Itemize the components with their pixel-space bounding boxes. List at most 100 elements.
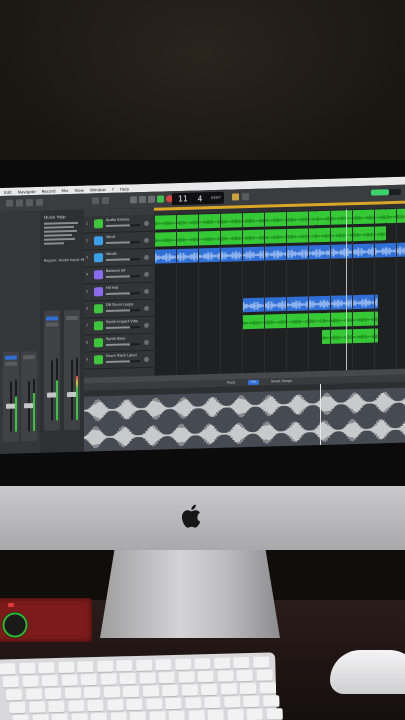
- menu-item-record[interactable]: Record: [42, 188, 56, 193]
- midi-region[interactable]: [154, 211, 316, 230]
- keyboard-key: [149, 711, 166, 720]
- track-pan-knob[interactable]: [144, 305, 149, 311]
- tab-track[interactable]: Track: [224, 380, 238, 385]
- imac-stand: [100, 550, 280, 638]
- track-pan-knob[interactable]: [144, 237, 149, 243]
- plugin-slot[interactable]: [23, 355, 35, 360]
- track-name[interactable]: Drum Track Label: [106, 353, 137, 358]
- track-number: 8: [86, 340, 89, 345]
- keyboard-key: [197, 670, 214, 683]
- menu-item-view[interactable]: View: [74, 187, 84, 192]
- menu-item-help[interactable]: Help: [120, 186, 129, 191]
- track-header[interactable]: 9 Drum Track Label: [84, 350, 154, 370]
- keyboard-key: [77, 661, 94, 673]
- keyboard-key: [243, 695, 260, 708]
- track-volume-slider[interactable]: [106, 275, 140, 279]
- keyboard-key: [227, 709, 244, 720]
- menu-item-navigate[interactable]: Navigate: [18, 189, 36, 195]
- editors-button[interactable]: [102, 196, 109, 205]
- settings-button[interactable]: [92, 197, 99, 205]
- track-pan-knob[interactable]: [144, 271, 149, 277]
- track-header[interactable]: 8 Synth Bass: [84, 333, 154, 353]
- track-pan-knob[interactable]: [144, 220, 149, 226]
- track-volume-slider[interactable]: [106, 258, 140, 262]
- track-volume-slider[interactable]: [106, 224, 140, 228]
- track-volume-slider[interactable]: [106, 326, 140, 330]
- track-header[interactable]: 7 Synth Impact Vibe: [84, 316, 154, 336]
- menu-item-mix[interactable]: Mix: [62, 188, 69, 193]
- track-pan-knob[interactable]: [144, 356, 149, 362]
- track-header[interactable]: 5 Hif Hat: [84, 282, 154, 302]
- track-pan-knob[interactable]: [144, 339, 149, 345]
- quick-help-button[interactable]: [26, 199, 33, 207]
- track-volume-slider[interactable]: [106, 309, 140, 313]
- track-header[interactable]: 3 Vocals: [84, 248, 154, 268]
- plugin-slot[interactable]: [66, 315, 78, 321]
- editor-playhead[interactable]: [320, 384, 321, 446]
- track-volume-slider[interactable]: [106, 360, 140, 364]
- forward-button[interactable]: [139, 195, 146, 204]
- track-volume-slider[interactable]: [106, 241, 140, 245]
- track-instrument-icon: [94, 270, 103, 280]
- plugin-slot[interactable]: [46, 322, 58, 327]
- audio-region[interactable]: [242, 294, 378, 313]
- midi-region[interactable]: [316, 209, 386, 226]
- track-name[interactable]: Synth Bass: [106, 336, 125, 341]
- play-button[interactable]: [157, 195, 164, 203]
- midi-region[interactable]: [242, 313, 322, 330]
- keyboard-key: [48, 700, 65, 713]
- track-name[interactable]: Balance kit: [106, 268, 125, 273]
- track-volume-slider[interactable]: [106, 292, 140, 296]
- level-meter: [76, 357, 78, 420]
- rewind-button[interactable]: [130, 196, 137, 204]
- audio-waveform: [84, 390, 405, 449]
- keyboard-key: [64, 687, 81, 699]
- track-pan-knob[interactable]: [144, 288, 149, 294]
- bar-gridline: [352, 209, 353, 371]
- track-name[interactable]: Vocal: [106, 235, 115, 239]
- track-volume-slider[interactable]: [106, 343, 140, 347]
- track-header[interactable]: 1 Audio Grease: [84, 214, 154, 234]
- track-header[interactable]: 6 DR Drum Loops: [84, 299, 154, 319]
- track-pan-knob[interactable]: [144, 254, 149, 260]
- track-header[interactable]: 2 Vocal: [84, 231, 154, 251]
- playhead[interactable]: [346, 209, 347, 371]
- track-name[interactable]: DR Drum Loops: [106, 302, 133, 307]
- help-text-line: [44, 233, 72, 237]
- keyboard-key: [220, 683, 237, 695]
- menu-item-edit[interactable]: Edit: [4, 189, 12, 194]
- plugin-slot[interactable]: [5, 361, 17, 366]
- plugin-slot[interactable]: [46, 316, 58, 321]
- lcd-display[interactable]: 11 4 KEEP: [172, 191, 224, 206]
- menu-item-window[interactable]: Window: [90, 187, 106, 192]
- keyboard-key: [233, 657, 250, 669]
- track-name[interactable]: Vocals: [106, 252, 117, 256]
- inspector-button[interactable]: [16, 199, 23, 207]
- track-name[interactable]: Audio Grease: [106, 217, 129, 222]
- midi-region[interactable]: [314, 226, 386, 243]
- keyboard-key: [168, 710, 185, 720]
- audio-waveform-editor[interactable]: [84, 387, 405, 452]
- plugin-slot[interactable]: [5, 355, 17, 360]
- track-instrument-icon: [94, 321, 103, 331]
- midi-region[interactable]: [154, 228, 314, 247]
- keyboard-key: [12, 714, 29, 720]
- track-name[interactable]: Hif Hat: [106, 286, 118, 290]
- metronome-button[interactable]: [242, 193, 249, 201]
- track-name[interactable]: Synth Impact Vibe: [106, 319, 138, 324]
- library-button[interactable]: [6, 199, 13, 207]
- keyboard-key: [25, 688, 42, 700]
- track-number: 7: [86, 323, 89, 328]
- keyboard-key: [18, 662, 36, 675]
- tab-smart-tempo[interactable]: Smart Tempo: [268, 379, 295, 385]
- cycle-button[interactable]: [232, 193, 239, 201]
- tab-file[interactable]: File: [248, 379, 260, 386]
- track-header[interactable]: 4 Balance kit: [84, 265, 154, 285]
- keyboard-key: [252, 656, 269, 668]
- keyboard-key: [2, 676, 19, 688]
- stop-button[interactable]: [148, 195, 155, 203]
- region-waveform: [242, 298, 378, 311]
- track-pan-knob[interactable]: [144, 322, 149, 328]
- menu-item-extra[interactable]: ?: [112, 186, 114, 191]
- toolbar-button[interactable]: [36, 198, 43, 206]
